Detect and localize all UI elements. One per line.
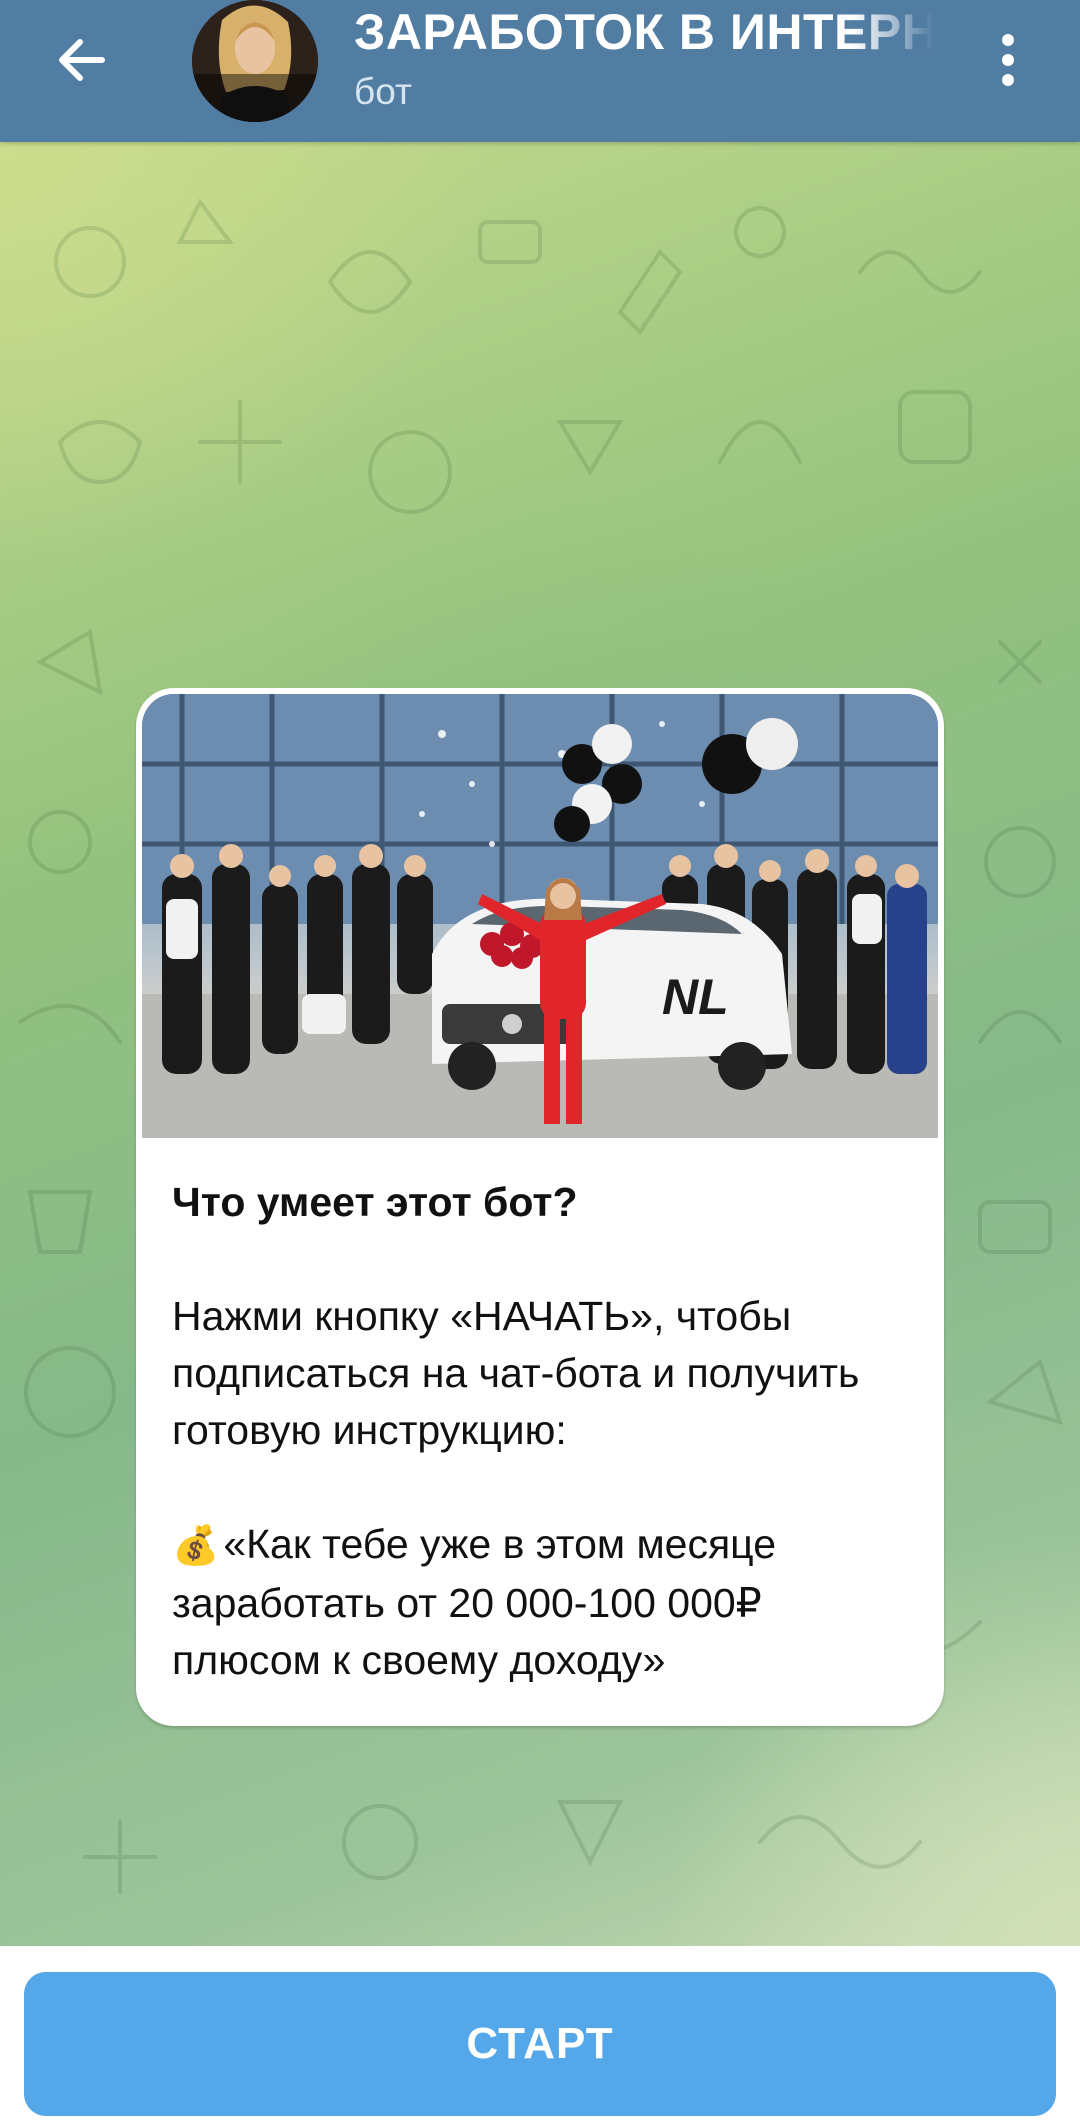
start-button[interactable]: СТАРТ	[24, 1972, 1056, 2116]
message-paragraph-1: Нажми кнопку «НАЧАТЬ», чтобы подписаться…	[172, 1293, 860, 1453]
more-vertical-icon	[998, 32, 1018, 93]
message-text: Что умеет этот бот? Нажми кнопку «НАЧАТЬ…	[172, 1174, 916, 1689]
avatar-image	[192, 0, 318, 122]
chat-header: ЗАРАБОТОК В ИНТЕРН бот	[0, 0, 1080, 142]
message-paragraph-2: 💰«Как тебе уже в этом месяце заработать …	[172, 1516, 916, 1689]
message-paragraph-2-text: «Как тебе уже в этом месяце заработать о…	[172, 1521, 777, 1683]
bot-description-message: NL Что умеет этот бот? Нажми кнопку «НАЧ	[136, 688, 944, 1726]
svg-text:NL: NL	[662, 969, 729, 1025]
chat-title[interactable]: ЗАРАБОТОК В ИНТЕРН	[354, 2, 934, 62]
chat-subtitle: бот	[354, 71, 412, 112]
bottom-bar: СТАРТ	[0, 1946, 1080, 2124]
avatar[interactable]	[192, 0, 318, 122]
message-photo[interactable]: NL	[142, 694, 938, 1138]
back-button[interactable]	[42, 22, 122, 102]
celebration-photo: NL	[142, 694, 938, 1138]
money-bag-icon: 💰	[172, 1525, 220, 1567]
arrow-left-icon	[52, 30, 112, 95]
message-heading: Что умеет этот бот?	[172, 1179, 578, 1225]
chat-background: NL Что умеет этот бот? Нажми кнопку «НАЧ	[0, 142, 1080, 1946]
menu-button[interactable]	[978, 22, 1038, 102]
